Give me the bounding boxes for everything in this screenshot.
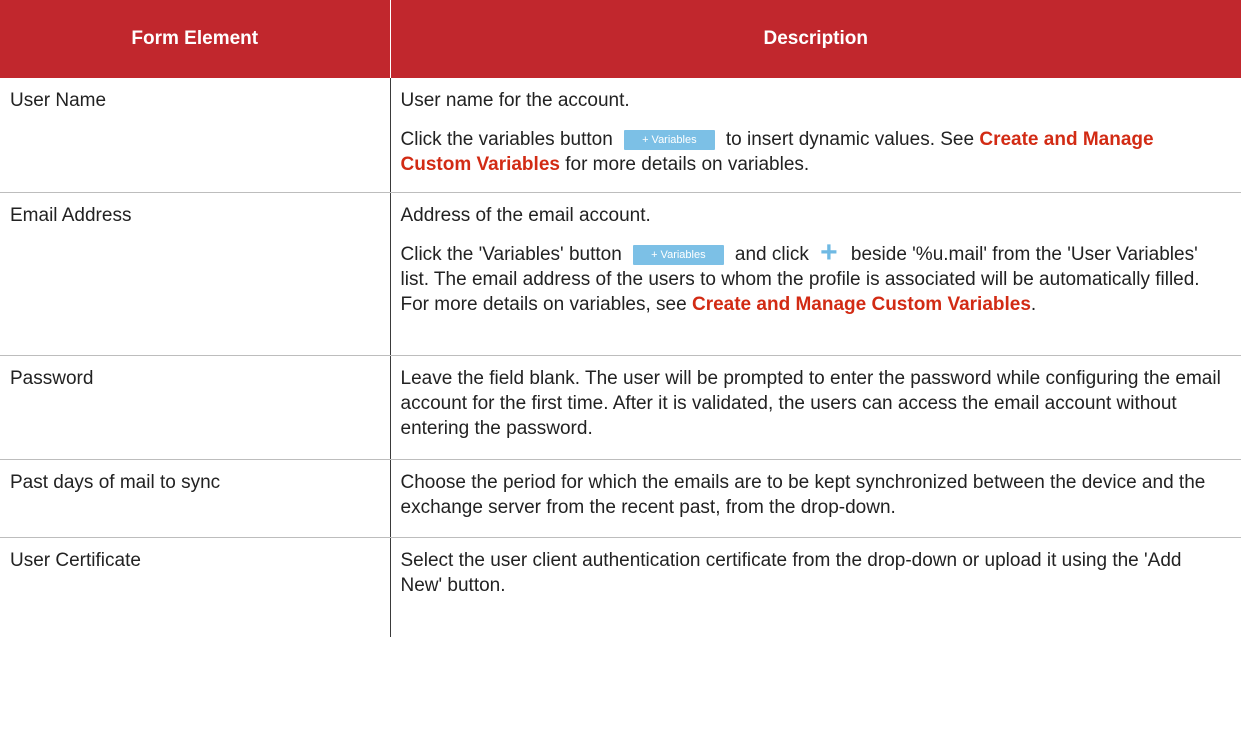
table-row: User Certificate Select the user client …	[0, 537, 1241, 637]
form-element-cell: Past days of mail to sync	[0, 459, 391, 538]
description-text: Select the user client authentication ce…	[400, 549, 1182, 596]
description-text: Click the variables button + Variables t…	[401, 127, 1228, 177]
description-fragment: and click	[734, 243, 809, 265]
description-cell: User name for the account. Click the var…	[390, 78, 1241, 193]
description-text: Leave the field blank. The user will be …	[400, 367, 1221, 439]
description-text: Click the 'Variables' button + Variables…	[400, 237, 1228, 317]
table-row: Past days of mail to sync Choose the per…	[0, 459, 1241, 538]
form-element-cell: Email Address	[0, 192, 391, 356]
description-cell: Select the user client authentication ce…	[390, 537, 1241, 637]
description-fragment: Click the 'Variables' button	[400, 243, 622, 265]
custom-variables-link[interactable]: Create and Manage Custom Variables	[692, 294, 1031, 315]
description-text: User name for the account.	[400, 90, 630, 111]
description-cell: Choose the period for which the emails a…	[390, 459, 1241, 538]
form-element-table: Form Element Description User Name User …	[0, 0, 1241, 637]
description-text: Choose the period for which the emails a…	[400, 471, 1206, 518]
description-fragment: Click the variables button	[400, 129, 613, 150]
table-header-row: Form Element Description	[0, 0, 1241, 78]
variables-button[interactable]: + Variables	[624, 130, 715, 150]
header-form-element: Form Element	[0, 0, 391, 78]
form-element-cell: Password	[0, 355, 391, 460]
plus-icon[interactable]: +	[820, 237, 838, 267]
variables-button[interactable]: + Variables	[633, 244, 724, 265]
table-row: User Name User name for the account. Cli…	[0, 78, 1241, 193]
form-element-cell: User Certificate	[0, 537, 391, 637]
header-description: Description	[390, 0, 1241, 78]
form-element-cell: User Name	[0, 78, 391, 193]
table-row: Email Address Address of the email accou…	[0, 192, 1241, 356]
description-fragment: .	[1030, 293, 1037, 315]
description-fragment: to insert dynamic values. See	[725, 129, 975, 150]
description-cell: Address of the email account. Click the …	[390, 192, 1241, 356]
description-cell: Leave the field blank. The user will be …	[390, 355, 1241, 460]
description-fragment: for more details on variables.	[565, 154, 810, 175]
description-text: Address of the email account.	[400, 204, 651, 226]
table-row: Password Leave the field blank. The user…	[0, 355, 1241, 460]
